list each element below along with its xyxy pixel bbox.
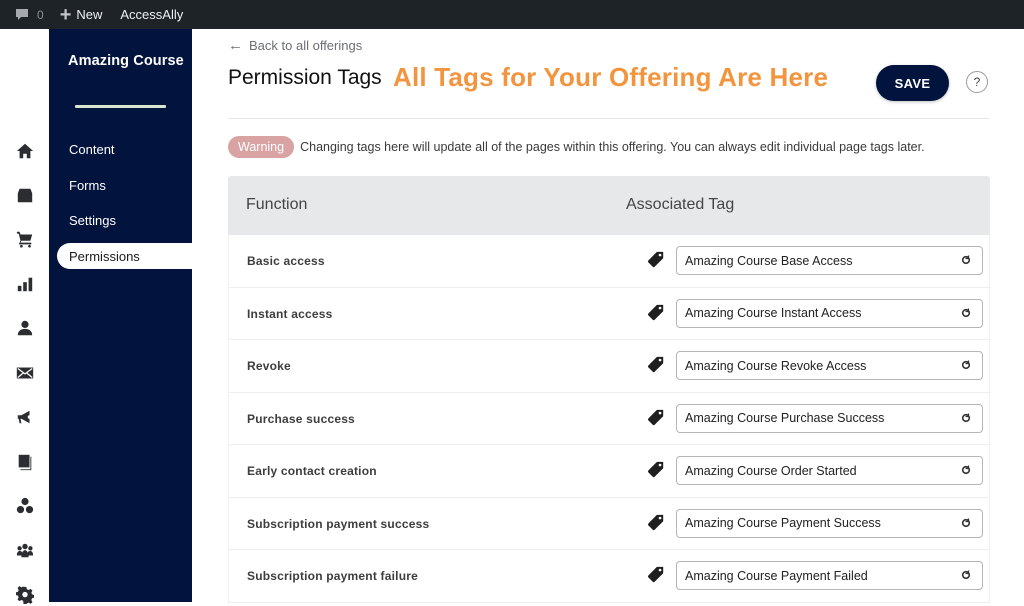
tag-select[interactable]: Amazing Course Base Access (676, 246, 983, 275)
plus-icon: + (59, 3, 72, 26)
function-label: Basic access (247, 254, 325, 268)
function-label: Revoke (247, 359, 291, 373)
tag-icon (647, 461, 665, 479)
tag-select[interactable]: Amazing Course Payment Success (676, 508, 983, 538)
back-label: Back to all offerings (249, 38, 363, 53)
table-row: Revoke Amazing Course Revoke Access (228, 340, 990, 393)
tag-icon (647, 409, 665, 427)
back-link[interactable]: ← Back to all offerings (228, 37, 362, 54)
table-row: Instant access Amazing Course Instant Ac… (228, 287, 990, 340)
new-label: New (76, 7, 103, 22)
refresh-icon[interactable] (960, 464, 972, 476)
tag-icon (647, 566, 665, 584)
permission-tags-table: Function Associated Tag Basic access Ama… (228, 176, 990, 603)
mail-icon[interactable] (14, 362, 36, 384)
gear-icon[interactable] (14, 584, 36, 606)
sidebar-item-content[interactable]: Content (57, 136, 192, 162)
save-button[interactable]: SAVE (876, 65, 949, 101)
tag-select-value: Amazing Course Payment Success (685, 516, 881, 530)
circles-icon[interactable] (14, 495, 36, 517)
team-icon[interactable] (14, 540, 36, 562)
column-header-associated-tag: Associated Tag (626, 196, 735, 213)
sidebar-item-label: Forms (69, 177, 106, 193)
tag-select-value: Amazing Course Payment Failed (685, 568, 868, 583)
tag-icon (647, 356, 665, 374)
function-label: Early contact creation (247, 464, 377, 478)
header-divider (228, 118, 989, 119)
sidebar-item-settings[interactable]: Settings (57, 207, 192, 233)
main-content: ← Back to all offerings Permission Tags … (192, 29, 1024, 603)
table-row: Basic access Amazing Course Base Access (228, 235, 990, 288)
refresh-icon[interactable] (960, 307, 972, 319)
table-row: Subscription payment failure Amazing Cou… (228, 550, 990, 603)
comment-icon (16, 8, 28, 20)
tag-select-value: Amazing Course Revoke Access (685, 358, 867, 373)
tag-select[interactable]: Amazing Course Purchase Success (676, 403, 983, 433)
warning-badge: Warning (228, 136, 295, 158)
sidebar-divider (75, 105, 166, 108)
warning-notice: Warning Changing tags here will update a… (228, 136, 925, 158)
home-icon[interactable] (14, 140, 36, 162)
user-icon[interactable] (14, 317, 36, 339)
tag-icon (647, 514, 665, 532)
comments-link[interactable]: 0 (0, 0, 52, 29)
accessally-menu-link[interactable]: AccessAlly (112, 0, 191, 29)
tag-select[interactable]: Amazing Course Payment Failed (676, 561, 983, 590)
tag-select[interactable]: Amazing Course Revoke Access (676, 351, 983, 380)
megaphone-icon[interactable] (14, 406, 36, 428)
refresh-icon[interactable] (960, 517, 972, 529)
table-row: Early contact creation Amazing Course Or… (228, 445, 990, 498)
store-icon[interactable] (14, 184, 36, 206)
admin-bar: 0 + New AccessAlly (0, 0, 1024, 29)
sidebar-item-label: Permissions (69, 248, 140, 264)
tag-select-value: Amazing Course Instant Access (685, 306, 862, 320)
arrow-left-icon: ← (228, 37, 243, 54)
tag-icon (647, 304, 665, 322)
tag-select-value: Amazing Course Order Started (685, 463, 857, 478)
function-label: Subscription payment failure (247, 569, 418, 583)
new-content-link[interactable]: + New (52, 0, 111, 29)
table-row: Subscription payment success Amazing Cou… (228, 497, 990, 550)
book-icon[interactable] (14, 451, 36, 473)
annotation-callout: All Tags for Your Offering Are Here (393, 62, 829, 92)
bar-chart-icon[interactable] (14, 273, 36, 295)
refresh-icon[interactable] (960, 412, 972, 424)
sidebar-item-label: Content (69, 141, 115, 157)
tag-select[interactable]: Amazing Course Order Started (676, 456, 983, 485)
offering-sidebar: Amazing Course Content Forms Settings Pe… (49, 29, 192, 602)
refresh-icon[interactable] (960, 569, 972, 581)
tag-icon (647, 251, 665, 269)
sidebar-item-forms[interactable]: Forms (57, 172, 192, 198)
tag-select-value: Amazing Course Purchase Success (685, 411, 885, 425)
table-row: Purchase success Amazing Course Purchase… (228, 392, 990, 445)
table-header: Function Associated Tag (228, 176, 990, 235)
refresh-icon[interactable] (960, 254, 972, 266)
refresh-icon[interactable] (960, 359, 972, 371)
tag-select-value: Amazing Course Base Access (685, 253, 853, 268)
warning-text: Changing tags here will update all of th… (300, 140, 925, 154)
cart-icon[interactable] (14, 228, 36, 250)
function-label: Instant access (247, 306, 333, 321)
comments-count: 0 (37, 7, 44, 22)
column-header-function: Function (246, 196, 308, 213)
sidebar-item-label: Settings (69, 212, 116, 228)
offering-title: Amazing Course (68, 53, 184, 69)
page-title: Permission Tags (228, 66, 382, 89)
tag-select[interactable]: Amazing Course Instant Access (676, 298, 983, 328)
function-label: Subscription payment success (247, 516, 430, 531)
sidebar-item-permissions[interactable]: Permissions (57, 243, 192, 269)
icon-rail (0, 29, 49, 604)
function-label: Purchase success (247, 411, 355, 426)
help-icon[interactable]: ? (966, 71, 988, 93)
